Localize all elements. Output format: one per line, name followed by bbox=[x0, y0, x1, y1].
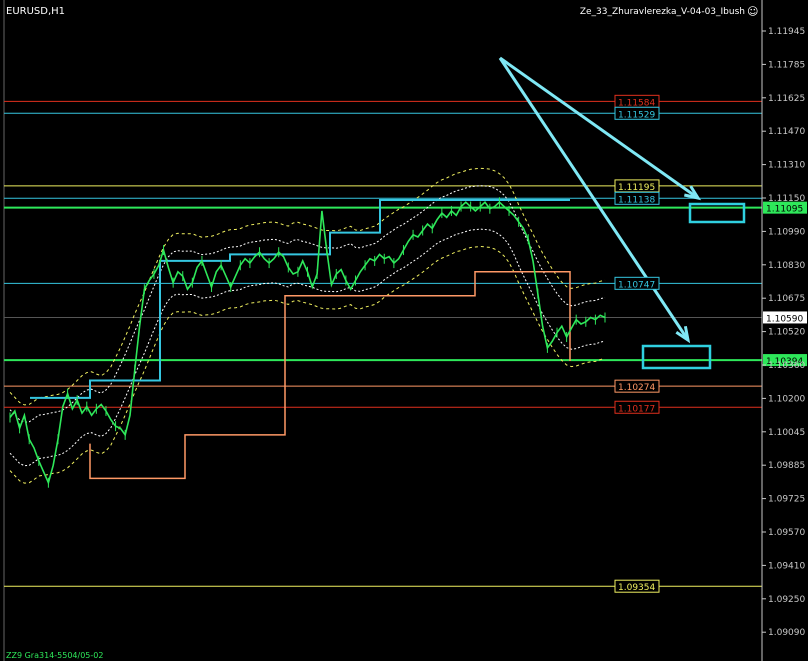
level-tag-1: 1.11529 bbox=[618, 110, 655, 120]
price-axis: 1.110951.105901.103941.119451.117851.116… bbox=[761, 0, 807, 661]
level-tag-7: 1.09354 bbox=[618, 583, 655, 593]
chart-window: 1.11584 1.11529 1.11195 1.11138 1.10747 1.102… bbox=[0, 0, 808, 661]
axis-label-5: 1.11150 bbox=[768, 194, 805, 204]
symbol-label: EURUSD,H1 bbox=[6, 6, 65, 17]
axis-label-3: 1.11470 bbox=[768, 127, 805, 137]
axis-label-11: 1.10200 bbox=[768, 394, 805, 404]
axis-label-16: 1.09410 bbox=[768, 561, 805, 571]
level-tag-6: 1.10177 bbox=[618, 404, 655, 414]
axis-label-13: 1.09885 bbox=[768, 461, 805, 471]
axis-label-2: 1.11625 bbox=[768, 94, 805, 104]
axis-label-15: 1.09570 bbox=[768, 528, 805, 538]
axis-label-9: 1.10520 bbox=[768, 328, 805, 338]
axis-label-8: 1.10675 bbox=[768, 294, 805, 304]
axis-label-14: 1.09725 bbox=[768, 495, 805, 505]
axis-label-12: 1.10045 bbox=[768, 428, 805, 438]
level-tag-2: 1.11195 bbox=[618, 183, 655, 193]
level-tag-4: 1.10747 bbox=[618, 280, 655, 290]
smiley-icon[interactable]: ☺ bbox=[747, 5, 758, 18]
axis-label-4: 1.11310 bbox=[768, 161, 805, 171]
footer-label: ZZ9 Gra314-5504/05-02 bbox=[6, 651, 103, 660]
axis-label-0: 1.11945 bbox=[768, 27, 805, 37]
axis-label-6: 1.10990 bbox=[768, 227, 805, 237]
level-tag-3: 1.11138 bbox=[618, 195, 655, 205]
price-marker-1: 1.10590 bbox=[766, 314, 803, 324]
axis-label-17: 1.09250 bbox=[768, 595, 805, 605]
indicator-name: Ze_33_Zhuravlerezka_V-04-03_Ibush bbox=[580, 7, 745, 17]
axis-label-1: 1.11785 bbox=[768, 60, 805, 70]
price-marker-0: 1.11095 bbox=[766, 205, 803, 215]
axis-label-18: 1.09090 bbox=[768, 628, 805, 638]
axis-label-10: 1.10360 bbox=[768, 361, 805, 371]
price-chart[interactable]: 1.115841.115291.111951.111381.107471.102… bbox=[0, 0, 808, 661]
level-tag-5: 1.10274 bbox=[618, 383, 655, 393]
axis-label-7: 1.10830 bbox=[768, 261, 805, 271]
